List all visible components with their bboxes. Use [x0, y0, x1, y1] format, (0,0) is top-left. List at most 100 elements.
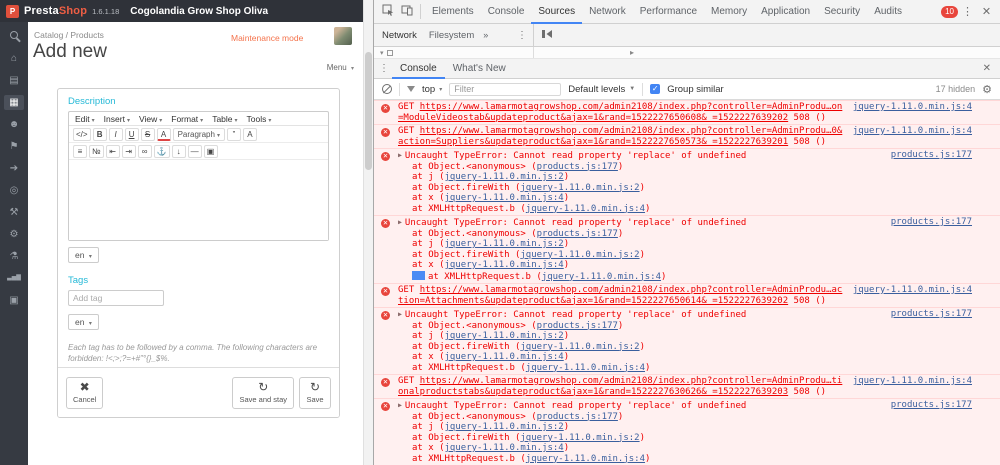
stack-frame-link[interactable]: jquery-1.11.0.min.js:2 — [520, 183, 639, 193]
console-settings-icon[interactable]: ⚙ — [982, 83, 992, 96]
devtools-close-icon[interactable]: ✕ — [977, 5, 996, 18]
stack-frame-link[interactable]: jquery-1.11.0.min.js:4 — [526, 363, 645, 373]
device-toolbar-icon[interactable] — [397, 4, 416, 19]
console-context-selector[interactable]: top ▾ — [422, 84, 442, 95]
stack-frame-link[interactable]: jquery-1.11.0.min.js:2 — [445, 422, 564, 432]
stats-icon[interactable]: ▃▅▇ — [4, 271, 24, 286]
blockquote-button[interactable]: ” — [227, 128, 241, 141]
request-url-link[interactable]: https://www.lamarmotagrowshop.com/admin2… — [398, 285, 842, 306]
source-location-link[interactable]: jquery-1.11.0.min.js:4 — [853, 376, 972, 387]
anchor-button[interactable]: ⚓ — [154, 145, 170, 158]
stack-frame-link[interactable]: jquery-1.11.0.min.js:2 — [445, 239, 564, 249]
tab-console[interactable]: Console — [481, 0, 532, 24]
indent-button[interactable]: ⇥ — [122, 145, 136, 158]
search-icon[interactable] — [4, 29, 24, 44]
tab-application[interactable]: Application — [754, 0, 817, 24]
stack-frame-link[interactable]: jquery-1.11.0.min.js:4 — [526, 454, 645, 464]
expand-arrow-icon[interactable]: ▸ — [630, 48, 634, 57]
expand-triangle-icon[interactable]: ▶ — [398, 309, 402, 320]
stack-frame-link[interactable]: jquery-1.11.0.min.js:2 — [520, 342, 639, 352]
stack-frame-link[interactable]: jquery-1.11.0.min.js:4 — [445, 352, 564, 362]
source-location-link[interactable]: products.js:177 — [891, 400, 972, 411]
editor-menu-table[interactable]: Table▾ — [212, 114, 237, 124]
cancel-button[interactable]: ✖ Cancel — [66, 377, 103, 409]
editor-menu-view[interactable]: View▾ — [139, 114, 162, 124]
clear-console-icon[interactable] — [382, 84, 392, 94]
user-avatar[interactable] — [334, 27, 352, 45]
stack-frame-link[interactable]: jquery-1.11.0.min.js:4 — [542, 272, 661, 282]
stack-frame-link[interactable]: jquery-1.11.0.min.js:2 — [445, 331, 564, 341]
formats-button[interactable]: A — [243, 128, 257, 141]
italic-button[interactable]: I — [109, 128, 123, 141]
sources-tab-filesystem[interactable]: Filesystem — [423, 30, 480, 41]
media-icon[interactable]: ▣ — [4, 293, 24, 308]
dashboard-icon[interactable]: ⌂ — [4, 51, 24, 66]
group-similar-checkbox[interactable]: ✓ — [650, 84, 660, 94]
editor-menu-format[interactable]: Format▾ — [171, 114, 203, 124]
down-arrow-button[interactable]: ↓ — [172, 145, 186, 158]
drawer-close-icon[interactable]: ✕ — [976, 63, 998, 74]
stack-frame-link[interactable]: jquery-1.11.0.min.js:2 — [520, 250, 639, 260]
tab-security[interactable]: Security — [817, 0, 867, 24]
horizontal-rule-button[interactable]: ― — [188, 145, 202, 158]
source-location-link[interactable]: products.js:177 — [891, 217, 972, 228]
stack-frame-link[interactable]: products.js:177 — [537, 162, 618, 172]
paragraph-select[interactable]: Paragraph▾ — [173, 128, 225, 141]
inspect-element-icon[interactable] — [378, 4, 397, 19]
tags-language-dropdown[interactable]: en ▾ — [68, 314, 99, 330]
navigator-menu-icon[interactable]: ⋮ — [513, 30, 531, 41]
text-color-button[interactable]: A — [157, 128, 171, 141]
image-button[interactable]: ▣ — [204, 145, 218, 158]
log-levels-dropdown[interactable]: Default levels ▼ — [568, 84, 635, 95]
preferences-icon[interactable]: ⚙ — [4, 227, 24, 242]
source-location-link[interactable]: jquery-1.11.0.min.js:4 — [853, 285, 972, 296]
editor-menu-edit[interactable]: Edit▾ — [75, 114, 95, 124]
editor-menu-insert[interactable]: Insert▾ — [104, 114, 130, 124]
advanced-parameters-icon[interactable]: ⚗ — [4, 249, 24, 264]
underline-button[interactable]: U — [125, 128, 139, 141]
tab-audits[interactable]: Audits — [867, 0, 909, 24]
save-button[interactable]: ↻ Save — [299, 377, 331, 409]
expand-triangle-icon[interactable]: ▶ — [398, 150, 402, 161]
menu-toggle[interactable]: Menu ▾ — [327, 63, 354, 72]
modules-icon[interactable]: ⚒ — [4, 205, 24, 220]
drawer-tab-console[interactable]: Console — [392, 59, 445, 79]
stack-frame-link[interactable]: products.js:177 — [537, 229, 618, 239]
request-url-link[interactable]: https://www.lamarmotagrowshop.com/admin2… — [398, 126, 842, 147]
description-language-dropdown[interactable]: en ▾ — [68, 247, 99, 263]
tab-elements[interactable]: Elements — [425, 0, 481, 24]
stack-frame-link[interactable]: jquery-1.11.0.min.js:2 — [445, 172, 564, 182]
source-location-link[interactable]: products.js:177 — [891, 150, 972, 161]
tab-sources[interactable]: Sources — [531, 0, 582, 24]
catalog-icon[interactable]: ▦ — [4, 95, 24, 110]
source-location-link[interactable]: jquery-1.11.0.min.js:4 — [853, 126, 972, 137]
stack-frame-link[interactable]: products.js:177 — [537, 321, 618, 331]
tab-performance[interactable]: Performance — [633, 0, 704, 24]
bullet-list-button[interactable]: ≡ — [73, 145, 87, 158]
orders-icon[interactable]: ▤ — [4, 73, 24, 88]
bold-button[interactable]: B — [93, 128, 107, 141]
save-and-stay-button[interactable]: ↻ Save and stay — [232, 377, 294, 409]
source-location-link[interactable]: products.js:177 — [891, 309, 972, 320]
sources-tab-network[interactable]: Network — [376, 30, 423, 41]
expand-triangle-icon[interactable]: ▶ — [398, 217, 402, 228]
stack-frame-link[interactable]: jquery-1.11.0.min.js:4 — [445, 193, 564, 203]
strikethrough-button[interactable]: S — [141, 128, 155, 141]
numbered-list-button[interactable]: № — [89, 145, 104, 158]
tab-memory[interactable]: Memory — [704, 0, 754, 24]
tab-overflow-chevrons[interactable]: » — [480, 30, 491, 40]
breadcrumb[interactable]: Catalog / Products — [34, 30, 104, 40]
editor-text-area[interactable] — [69, 160, 328, 240]
source-location-link[interactable]: jquery-1.11.0.min.js:4 — [853, 102, 972, 113]
console-messages[interactable]: ✕jquery-1.11.0.min.js:4GET https://www.l… — [374, 100, 1000, 465]
stack-frame-link[interactable]: jquery-1.11.0.min.js:4 — [445, 443, 564, 453]
tag-input[interactable] — [68, 290, 164, 306]
outdent-button[interactable]: ⇤ — [106, 145, 120, 158]
toggle-navigator-icon[interactable] — [541, 29, 553, 42]
localization-icon[interactable]: ◎ — [4, 183, 24, 198]
maintenance-mode-link[interactable]: Maintenance mode — [231, 33, 303, 43]
navigator-tree-root[interactable]: ▾ — [374, 47, 534, 58]
link-button[interactable]: ∞ — [138, 145, 152, 158]
request-url-link[interactable]: https://www.lamarmotagrowshop.com/admin2… — [398, 376, 842, 397]
stack-frame-link[interactable]: jquery-1.11.0.min.js:4 — [526, 204, 645, 214]
